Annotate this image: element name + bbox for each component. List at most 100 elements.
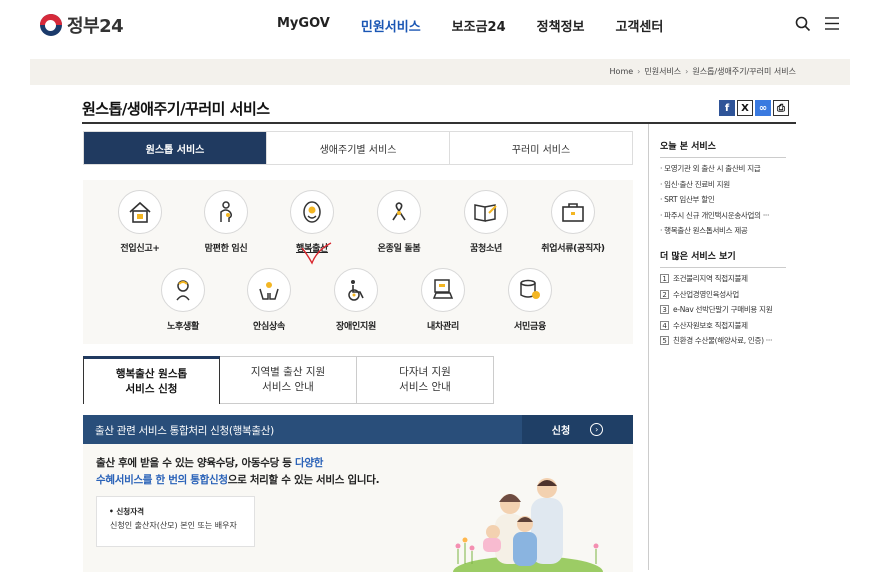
print-icon[interactable]: ⎙	[773, 100, 789, 116]
recent-services-title: 오늘 본 서비스	[660, 142, 716, 152]
service-grid: 전입신고+ 맘편한 임신 행복출산 온종일 돌봄 꿈청소년 취업서류(공직자)	[83, 180, 633, 344]
breadcrumb-civil-service[interactable]: 민원서비스	[644, 67, 681, 76]
service-label: 노후생활	[167, 322, 199, 332]
facebook-icon[interactable]: f	[719, 100, 735, 116]
main-nav: MyGOV 민원서비스 보조금24 정책정보 고객센터	[277, 16, 694, 35]
nav-mygov[interactable]: MyGOV	[277, 16, 330, 35]
elderly-person-icon	[161, 268, 205, 312]
nav-customer-center[interactable]: 고객센터	[616, 16, 664, 35]
rank-badge: 2	[660, 289, 669, 299]
rank-badge: 3	[660, 305, 669, 315]
house-icon	[118, 190, 162, 234]
service-my-car[interactable]: 내차관리	[398, 268, 488, 332]
more-service-label: e-Nav 선박단말기 구매비용 지원	[673, 305, 773, 314]
tab-happy-birth-apply[interactable]: 행복출산 원스톱서비스 신청	[83, 356, 220, 404]
arrow-right-icon: ›	[590, 423, 604, 436]
service-retirement[interactable]: 노후생활	[138, 268, 228, 332]
open-book-icon	[464, 190, 508, 234]
tab-label: 행복출산 원스톱서비스 신청	[116, 367, 187, 397]
service-all-day-care[interactable]: 온종일 돌봄	[354, 190, 444, 254]
title-divider	[82, 122, 796, 124]
wheelchair-icon	[334, 268, 378, 312]
tab-label-line2: 서비스 안내	[399, 381, 451, 393]
service-category-tabs: 원스톱 서비스 생애주기별 서비스 꾸러미 서비스	[83, 131, 633, 165]
service-label: 내차관리	[427, 322, 459, 332]
tab-multi-child-support[interactable]: 다자녀 지원서비스 안내	[357, 356, 494, 404]
service-label: 장애인지원	[336, 322, 376, 332]
search-icon[interactable]	[795, 16, 811, 32]
service-microfinance[interactable]: 서민금융	[485, 268, 575, 332]
more-services-list: 1 조건불리지역 직접지불제 2 수산업경영인육성사업 3 e-Nav 선박단말기 구…	[660, 271, 790, 349]
nav-policy-info[interactable]: 정책정보	[537, 16, 585, 35]
service-label: 취업서류(공직자)	[541, 244, 605, 254]
header: 정부24 MyGOV 민원서비스 보조금24 정책정보 고객센터	[0, 0, 893, 52]
apply-button[interactable]: 신청 ›	[522, 415, 633, 444]
tab-label-line2: 서비스 신청	[125, 382, 178, 395]
recent-service-item[interactable]: · 파주시 신규 개인택시운송사업의 ···	[660, 208, 790, 224]
service-move-in[interactable]: 전입신고+	[95, 190, 185, 254]
desc-highlight: 다양한	[295, 457, 324, 469]
apply-label: 신청	[551, 426, 571, 437]
recent-service-item[interactable]: · 임신·출산 진료비 지원	[660, 177, 790, 193]
nav-subsidy24[interactable]: 보조금24	[452, 16, 506, 35]
link-copy-icon[interactable]: ∞	[755, 100, 771, 116]
more-service-item[interactable]: 4 수산자원보호 직접지불제	[660, 318, 790, 334]
tab-label-line1: 다자녀 지원	[399, 366, 451, 378]
desc-highlight: 수혜서비스를 한 번의 통합신청	[96, 474, 228, 486]
service-pregnancy[interactable]: 맘편한 임신	[181, 190, 271, 254]
eligibility-box: • 신청자격 신청인 출산자(산모) 본인 또는 배우자	[96, 496, 255, 547]
red-check-mark-icon	[301, 242, 332, 265]
sidebar-line	[660, 157, 786, 158]
x-twitter-icon[interactable]: X	[737, 100, 753, 116]
more-service-label: 친환경 수산물(해양사료, 인증) ···	[673, 336, 773, 345]
sidebar-divider	[648, 124, 649, 570]
breadcrumb-separator-icon: ›	[685, 67, 689, 76]
service-inheritance[interactable]: 안심상속	[224, 268, 314, 332]
service-label: 전입신고+	[120, 244, 160, 254]
baby-icon	[290, 190, 334, 234]
sidebar-recent: 오늘 본 서비스 · 모영기관 외 출산 시 출산비 지급 · 임신·출산 진료…	[660, 139, 790, 239]
service-youth[interactable]: 꿈청소년	[441, 190, 531, 254]
breadcrumb-current[interactable]: 원스톱/생애주기/꾸러미 서비스	[692, 67, 796, 76]
service-disability[interactable]: 장애인지원	[311, 268, 401, 332]
logo[interactable]: 정부24	[40, 12, 124, 38]
more-service-item[interactable]: 3 e-Nav 선박단말기 구매비용 지원	[660, 302, 790, 318]
tab-regional-birth-support[interactable]: 지역별 출산 지원 서비스 안내	[220, 356, 357, 404]
more-service-item[interactable]: 5 친환경 수산물(해양사료, 인증) ···	[660, 333, 790, 349]
eligibility-title: • 신청자격	[109, 507, 145, 516]
recent-service-item[interactable]: · 모영기관 외 출산 시 출산비 지급	[660, 161, 790, 177]
tab-onestop[interactable]: 원스톱 서비스	[84, 132, 267, 164]
breadcrumb-home[interactable]: Home	[610, 67, 634, 76]
page-title: 원스톱/생애주기/꾸러미 서비스	[82, 100, 270, 118]
more-service-item[interactable]: 2 수산업경영인육성사업	[660, 287, 790, 303]
happy-birth-tabs: 행복출산 원스톱서비스 신청 지역별 출산 지원 서비스 안내 다자녀 지원서비스…	[83, 356, 494, 404]
hamburger-menu-icon[interactable]	[825, 17, 839, 30]
coin-stack-icon	[508, 268, 552, 312]
government-emblem-icon	[40, 14, 62, 36]
more-service-item[interactable]: 1 조건불리지역 직접지불제	[660, 271, 790, 287]
tab-label: 다자녀 지원서비스 안내	[399, 365, 451, 395]
desc-text: 출산 후에 받을 수 있는 양육수당, 아동수당 등	[96, 457, 296, 469]
tab-package[interactable]: 꾸러미 서비스	[450, 132, 632, 164]
recent-service-item[interactable]: · 행복출산 원스톱서비스 제공	[660, 223, 790, 239]
family-illustration-icon	[453, 478, 603, 572]
recent-service-item[interactable]: · SRT 임산부 할인	[660, 192, 790, 208]
tab-lifecycle[interactable]: 생애주기별 서비스	[267, 132, 450, 164]
service-label: 온종일 돌봄	[377, 244, 421, 254]
breadcrumb-separator-icon: ›	[637, 67, 641, 76]
desc-text: 으로 처리할 수 있는 서비스 입니다.	[227, 474, 380, 486]
more-services-title: 더 많은 서비스 보기	[660, 252, 736, 262]
nav-civil-service[interactable]: 민원서비스	[361, 16, 421, 35]
tab-label: 지역별 출산 지원 서비스 안내	[251, 365, 325, 395]
service-label: 맘편한 임신	[204, 244, 248, 254]
eligibility-value: 신청인 출산자(산모) 본인 또는 배우자	[110, 521, 237, 530]
breadcrumb-bar: Home › 민원서비스 › 원스톱/생애주기/꾸러미 서비스	[30, 59, 850, 85]
recent-services-list: · 모영기관 외 출산 시 출산비 지급 · 임신·출산 진료비 지원 · SR…	[660, 161, 790, 239]
rank-badge: 4	[660, 320, 669, 330]
service-employment-docs[interactable]: 취업서류(공직자)	[528, 190, 618, 254]
tab-label-line1: 행복출산 원스톱	[115, 367, 188, 380]
service-label: 서민금융	[514, 322, 546, 332]
sidebar-more: 더 많은 서비스 보기 1 조건불리지역 직접지불제 2 수산업경영인육성사업 3e…	[660, 249, 790, 349]
service-label: 꿈청소년	[470, 244, 502, 254]
share-tools: f X ∞ ⎙	[719, 100, 791, 116]
